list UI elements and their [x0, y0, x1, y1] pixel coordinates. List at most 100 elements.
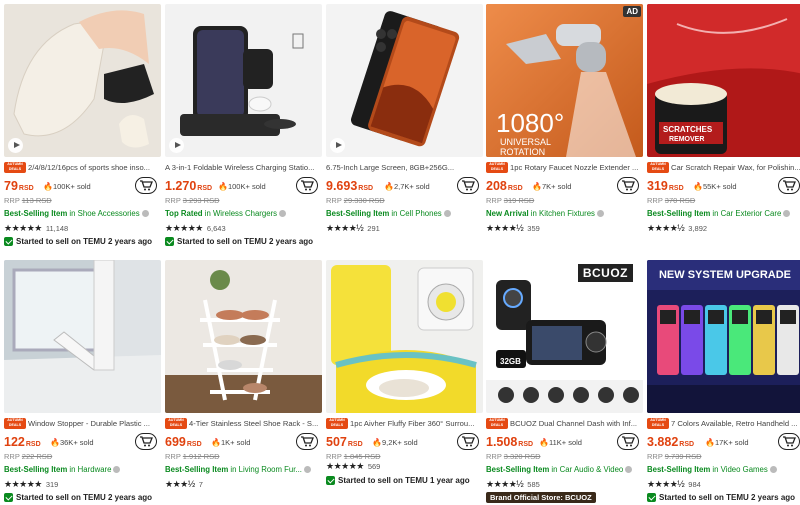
category-tag[interactable]: Best-Selling Item in Hardware [4, 465, 161, 474]
rrp-price: RRP 29.330 RSD [326, 196, 385, 205]
brand-store-badge[interactable]: Brand Official Store: BCUOZ [486, 492, 596, 503]
svg-text:1080°: 1080° [496, 108, 564, 138]
price: 9.693RSD [326, 179, 374, 193]
check-icon [165, 237, 174, 246]
add-to-cart-button[interactable] [135, 433, 157, 450]
ad-label: AD [623, 6, 641, 17]
play-icon[interactable] [330, 138, 345, 153]
product-title[interactable]: 4-Tier Stainless Steel Shoe Rack - S... [189, 419, 322, 428]
product-title[interactable]: 6.75-Inch Large Screen, 8GB+256G... [326, 163, 483, 172]
rating: ★★★★★ 11,148 [4, 223, 69, 233]
info-icon [625, 466, 633, 474]
fire-icon: 🔥 [539, 438, 549, 447]
product-card[interactable]: A 3-in-1 Foldable Wireless Charging Stat… [165, 4, 322, 249]
product-card[interactable]: 1080° UNIVERSAL ROTATION AD AUTUMN DEALS 1p… [486, 4, 643, 249]
autumn-deals-badge: AUTUMN DEALS [4, 161, 26, 173]
category-tag[interactable]: Top Rated in Wireless Chargers [165, 209, 322, 218]
info-icon [303, 466, 311, 474]
product-image[interactable] [326, 260, 483, 413]
add-to-cart-button[interactable] [778, 177, 800, 194]
product-card[interactable]: 6.75-Inch Large Screen, 8GB+256G... 9.69… [326, 4, 483, 249]
product-image[interactable] [4, 260, 161, 413]
fire-icon: 🔥 [372, 438, 382, 447]
product-card[interactable]: 32GB BCUOZ AUTUMN DEALS BCUOZ Dual Channe… [486, 260, 643, 505]
rating: ★★★★½ 3,892 [647, 223, 708, 233]
price: 1.270RSD [165, 179, 213, 193]
product-image[interactable]: NEW SYSTEM UPGRADE [647, 260, 800, 413]
product-image[interactable] [4, 4, 161, 157]
rating: ★★★★★ 569 [326, 461, 381, 471]
fire-icon: 🔥 [43, 182, 53, 191]
product-image[interactable]: 32GB BCUOZ [486, 260, 643, 413]
fire-icon: 🔥 [705, 438, 715, 447]
add-to-cart-button[interactable] [296, 433, 318, 450]
category-tag[interactable]: Best-Selling Item in Cell Phones [326, 209, 483, 218]
fire-icon: 🔥 [532, 182, 542, 191]
sold-count: 🔥100K+ sold [43, 182, 91, 191]
rrp-price: RRP 9.739 RSD [647, 452, 702, 461]
fire-icon: 🔥 [218, 182, 228, 191]
product-title[interactable]: 1pc Aivher Fluffy Fiber 360° Surrou... [350, 419, 483, 428]
product-card[interactable]: AUTUMN DEALS 4-Tier Stainless Steel Shoe … [165, 260, 322, 505]
price: 122RSD [4, 435, 41, 449]
price: 507RSD [326, 435, 363, 449]
product-title[interactable]: 2/4/8/12/16pcs of sports shoe inso... [28, 163, 161, 172]
sold-count: 🔥17K+ sold [705, 438, 749, 447]
product-title[interactable]: 7 Colors Available, Retro Handheld ... [671, 419, 800, 428]
product-card[interactable]: AUTUMN DEALS 1pc Aivher Fluffy Fiber 360°… [326, 260, 483, 505]
seller-since: Started to sell on TEMU 2 years ago [165, 237, 313, 246]
product-image[interactable] [326, 4, 483, 157]
rrp-price: RRP 319 RSD [486, 196, 535, 205]
sold-count: 🔥55K+ sold [693, 182, 737, 191]
seller-since: Started to sell on TEMU 2 years ago [4, 237, 152, 246]
rrp-price: RRP 113 RSD [4, 196, 52, 205]
seller-since: Started to sell on TEMU 1 year ago [326, 476, 470, 485]
product-card[interactable]: NEW SYSTEM UPGRADE AUTUMN DEALS 7 Colors … [647, 260, 800, 505]
sold-count: 🔥2,7K+ sold [384, 182, 430, 191]
price: 79RSD [4, 179, 34, 193]
product-title[interactable]: A 3-in-1 Foldable Wireless Charging Stat… [165, 163, 322, 172]
category-tag[interactable]: Best-Selling Item in Video Games [647, 465, 800, 474]
category-tag[interactable]: New Arrival in Kitchen Fixtures [486, 209, 643, 218]
product-title[interactable]: BCUOZ Dual Channel Dash with Inf... [510, 419, 643, 428]
rating: ★★★★½ 984 [647, 479, 701, 489]
info-icon [596, 210, 604, 218]
product-card[interactable]: AUTUMN DEALS Window Stopper - Durable Pla… [4, 260, 161, 505]
product-card[interactable]: AUTUMN DEALS 2/4/8/12/16pcs of sports sho… [4, 4, 161, 249]
product-image[interactable] [165, 4, 322, 157]
rating: ★★★★½ 359 [486, 223, 540, 233]
product-title[interactable]: Car Scratch Repair Wax, for Polishin... [671, 163, 800, 172]
sold-count: 🔥36K+ sold [50, 438, 94, 447]
svg-text:UNIVERSAL: UNIVERSAL [500, 137, 551, 147]
seller-since: Started to sell on TEMU 2 years ago [4, 493, 152, 502]
add-to-cart-button[interactable] [457, 433, 479, 450]
check-icon [326, 476, 335, 485]
product-image[interactable]: 1080° UNIVERSAL ROTATION AD [486, 4, 643, 157]
add-to-cart-button[interactable] [135, 177, 157, 194]
rating: ★★★★★ 319 [4, 479, 59, 489]
product-card[interactable]: SCRATCHES REMOVER AUTUMN DEALS Car Scratch… [647, 4, 800, 249]
product-image[interactable]: SCRATCHES REMOVER [647, 4, 800, 157]
add-to-cart-button[interactable] [457, 177, 479, 194]
add-to-cart-button[interactable] [617, 177, 639, 194]
category-tag[interactable]: Best-Selling Item in Shoe Accessories [4, 209, 161, 218]
product-image[interactable] [165, 260, 322, 413]
add-to-cart-button[interactable] [296, 177, 318, 194]
add-to-cart-button[interactable] [778, 433, 800, 450]
info-icon [141, 210, 149, 218]
product-title[interactable]: Window Stopper - Durable Plastic ... [28, 419, 161, 428]
category-tag[interactable]: Best-Selling Item in Car Exterior Care [647, 209, 800, 218]
play-icon[interactable] [169, 138, 184, 153]
svg-text:ROTATION: ROTATION [500, 147, 545, 157]
add-to-cart-button[interactable] [617, 433, 639, 450]
play-icon[interactable] [8, 138, 23, 153]
price: 208RSD [486, 179, 523, 193]
autumn-deals-badge: AUTUMN DEALS [486, 161, 508, 173]
rrp-price: RRP 222 RSD [4, 452, 53, 461]
category-tag[interactable]: Best-Selling Item in Car Audio & Video [486, 465, 643, 474]
autumn-deals-badge: AUTUMN DEALS [165, 417, 187, 429]
product-title[interactable]: 1pc Rotary Faucet Nozzle Extender ... [510, 163, 643, 172]
category-tag[interactable]: Best-Selling Item in Living Room Fur... [165, 465, 322, 474]
svg-text:NEW SYSTEM UPGRADE: NEW SYSTEM UPGRADE [659, 269, 791, 281]
check-icon [4, 493, 13, 502]
